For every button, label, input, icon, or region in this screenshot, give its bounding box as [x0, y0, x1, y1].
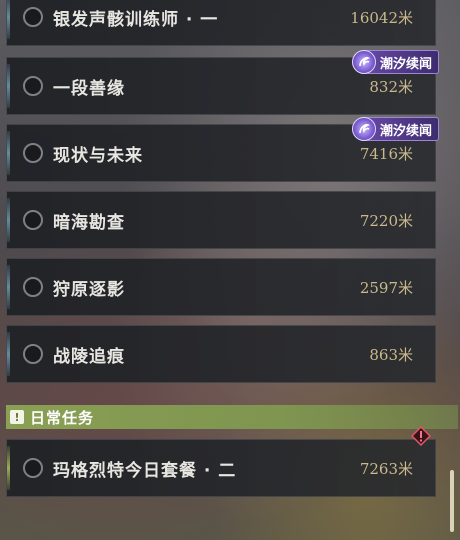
- quest-track-radio[interactable]: [23, 76, 43, 96]
- tide-swirl-icon: [351, 50, 376, 74]
- quest-distance: 7263米: [359, 459, 413, 478]
- quest-track-radio[interactable]: [23, 277, 43, 297]
- daily-quests-header[interactable]: ! 日常任务: [6, 405, 458, 429]
- badge-label: 潮汐续闻: [379, 123, 432, 139]
- quest-track-radio[interactable]: [23, 210, 43, 230]
- quest-distance: 2597米: [359, 278, 413, 297]
- quest-name: 一段善缘: [53, 78, 125, 99]
- scrollbar-thumb[interactable]: [450, 470, 454, 532]
- quest-card[interactable]: 战陵追痕 863米: [6, 325, 436, 383]
- quest-track-radio[interactable]: [23, 7, 43, 27]
- tide-story-badge: 潮汐续闻: [351, 117, 439, 141]
- quest-name: 狩原逐影: [53, 279, 125, 300]
- exclamation-box-icon: !: [10, 410, 24, 424]
- quest-card[interactable]: 暗海勘查 7220米: [6, 191, 436, 249]
- quest-distance: 7220米: [359, 211, 413, 230]
- quest-card[interactable]: 玛格烈特今日套餐 · 二 7263米: [6, 426, 436, 497]
- quest-distance: 863米: [369, 345, 413, 364]
- quest-name: 战陵追痕: [53, 346, 125, 367]
- tide-story-badge: 潮汐续闻: [351, 50, 439, 74]
- quest-card[interactable]: 银发声骸训练师 · 一 16042米: [6, 0, 436, 46]
- quest-track-radio[interactable]: [23, 344, 43, 364]
- quest-distance: 16042米: [350, 8, 413, 27]
- badge-label: 潮汐续闻: [379, 56, 432, 72]
- quest-card[interactable]: 现状与未来 7416米 潮汐续闻: [6, 117, 439, 182]
- quest-name: 银发声骸训练师 · 一: [53, 9, 219, 30]
- quest-card[interactable]: 狩原逐影 2597米: [6, 258, 436, 316]
- quest-card[interactable]: 一段善缘 832米 潮汐续闻: [6, 50, 439, 115]
- section-title: 日常任务: [30, 408, 95, 427]
- tide-swirl-icon: [351, 117, 376, 141]
- warning-diamond-icon: [411, 426, 431, 446]
- quest-track-radio[interactable]: [23, 458, 43, 478]
- quest-track-radio[interactable]: [23, 143, 43, 163]
- quest-name: 玛格烈特今日套餐 · 二: [53, 460, 237, 481]
- quest-name: 现状与未来: [53, 145, 143, 166]
- quest-name: 暗海勘查: [53, 212, 125, 233]
